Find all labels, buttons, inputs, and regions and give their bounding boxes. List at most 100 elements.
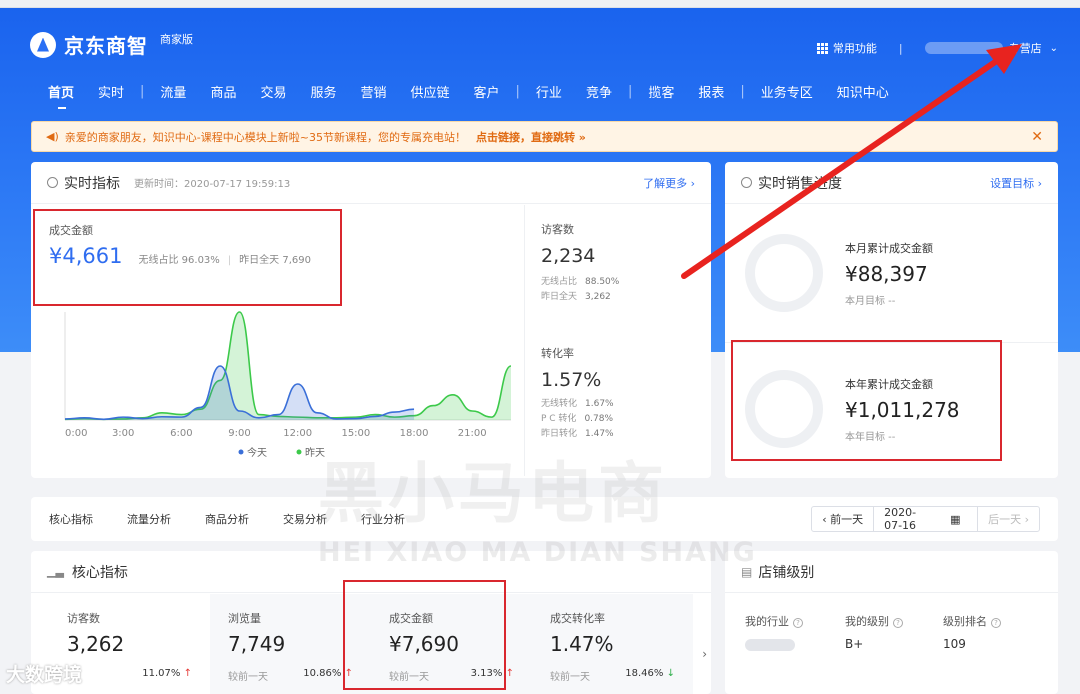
- visitors-value: 2,234: [541, 245, 596, 267]
- nav-item-competition[interactable]: 竞争: [574, 82, 624, 101]
- kpi-change-value: 18.46%: [625, 668, 664, 679]
- chevron-down-icon[interactable]: ⌄: [1050, 43, 1058, 54]
- nav-item-knowledge[interactable]: 知识中心: [825, 82, 901, 101]
- nav-item-business-zone[interactable]: 业务专区: [749, 82, 825, 101]
- nav-item-realtime[interactable]: 实时: [86, 82, 136, 101]
- month-target: 本月目标 --: [845, 296, 896, 307]
- nav-item-acquire[interactable]: 揽客: [636, 82, 686, 101]
- analysis-tabs: 核心指标 流量分析 商品分析 交易分析 行业分析 ‹ 前一天 2020-07-1…: [31, 497, 1058, 541]
- jd-logo-icon: [30, 31, 56, 58]
- card-title: 实时指标: [64, 175, 120, 192]
- logo-text: 京东商智: [64, 34, 148, 58]
- help-icon[interactable]: ?: [991, 618, 1001, 628]
- month-value: ¥88,397: [845, 262, 928, 286]
- shop-name-blurred: [924, 42, 1003, 54]
- card-header: 实时销售进度 设置目标 ›: [725, 162, 1058, 204]
- x-tick-label: 9:00: [228, 428, 250, 439]
- logo[interactable]: 京东商智: [30, 30, 148, 59]
- pc-conversion-label: P C 转化: [541, 414, 577, 424]
- conversion-label: 转化率: [541, 347, 574, 360]
- calendar-icon[interactable]: ▦: [950, 513, 960, 526]
- kpi-label: 浏览量: [228, 612, 261, 625]
- level-rank: 级别排名? 109: [943, 613, 1001, 651]
- common-functions-button[interactable]: 常用功能: [833, 40, 877, 56]
- month-label: 本月累计成交金额: [845, 242, 933, 255]
- kpi-change-value: 11.07%: [142, 668, 181, 679]
- nav-item-goods[interactable]: 商品: [198, 82, 248, 101]
- bar-chart-icon: ▁▃: [47, 565, 64, 578]
- arrow-down-icon: ↓: [666, 668, 675, 679]
- chevron-right-icon[interactable]: ›: [702, 647, 707, 661]
- my-industry: 我的行业?: [745, 613, 803, 651]
- notice-banner: ◀) 亲爱的商家朋友，知识中心-课程中心模块上新啦~35节新课程，您的专属充电站…: [31, 121, 1058, 152]
- kpi-value: 7,749: [228, 632, 286, 656]
- x-tick-label: 21:00: [458, 428, 487, 439]
- divider: |: [898, 41, 903, 55]
- nav-item-reports[interactable]: 报表: [686, 82, 736, 101]
- nav-item-supply-chain[interactable]: 供应链: [399, 82, 462, 101]
- level-label: 我的级别: [845, 615, 889, 628]
- nav-item-industry[interactable]: 行业: [524, 82, 574, 101]
- kpi-label: 访客数: [67, 612, 100, 625]
- close-icon[interactable]: ✕: [1031, 129, 1043, 145]
- speaker-icon: ◀): [46, 130, 59, 143]
- kpi-change: 11.07% ↑: [142, 668, 192, 679]
- kpi-value: 1.47%: [550, 632, 614, 656]
- nav-item-home[interactable]: 首页: [36, 82, 86, 109]
- conversion-value: 1.57%: [541, 369, 602, 391]
- tab-trade[interactable]: 交易分析: [283, 511, 327, 527]
- nav-item-marketing[interactable]: 营销: [348, 82, 398, 101]
- arrow-up-icon: ↑: [183, 668, 192, 679]
- industry-label: 我的行业: [745, 615, 789, 628]
- kpi-value: 3,262: [67, 632, 125, 656]
- nav-item-traffic[interactable]: 流量: [148, 82, 198, 101]
- prev-day-button[interactable]: ‹ 前一天: [812, 507, 875, 531]
- update-time: 更新时间：2020-07-17 19:59:13: [134, 179, 291, 190]
- kpi-change-value: 10.86%: [303, 668, 342, 679]
- tab-industry[interactable]: 行业分析: [361, 511, 405, 527]
- annotation-box-core-gmv: [343, 580, 506, 690]
- legend-marker: [238, 449, 244, 455]
- card-title: 店铺级别: [758, 564, 815, 581]
- set-target-link[interactable]: 设置目标 ›: [990, 175, 1042, 191]
- nav-item-service[interactable]: 服务: [298, 82, 348, 101]
- my-level: 我的级别? B+: [845, 613, 903, 651]
- next-day-button[interactable]: 后一天 ›: [978, 507, 1039, 531]
- date-input[interactable]: 2020-07-16 ▦: [874, 506, 979, 532]
- card-title: 核心指标: [71, 564, 128, 581]
- shop-icon: ▤: [741, 564, 753, 579]
- month-progress: 本月累计成交金额 ¥88,397 本月目标 --: [845, 240, 933, 307]
- yesterday-conversion-value: 1.47%: [585, 429, 614, 439]
- tab-goods[interactable]: 商品分析: [205, 511, 249, 527]
- help-icon[interactable]: ?: [793, 618, 803, 628]
- legend-label: 昨天: [305, 447, 325, 459]
- legend-label: 今天: [247, 446, 267, 459]
- wireless-conversion-label: 无线转化: [541, 399, 578, 409]
- yesterday-conversion-label: 昨日转化: [541, 429, 578, 439]
- pc-conversion-value: 0.78%: [584, 414, 614, 424]
- annotation-box-year-gmv: [731, 340, 1002, 461]
- notice-link[interactable]: 点击链接，直接跳转 »: [476, 129, 586, 145]
- nav-divider: |: [140, 84, 145, 99]
- target-icon: [741, 177, 752, 188]
- kpi-conversion[interactable]: 成交转化率 1.47% 较前一天 18.46% ↓: [532, 594, 693, 694]
- month-progress-ring: [745, 234, 823, 312]
- browser-bookmarks-bar: [0, 0, 1080, 8]
- x-tick-label: 6:00: [170, 428, 192, 439]
- kpi-compare: 较前一天 10.86% ↑: [228, 668, 353, 683]
- kpi-compare-label: 较前一天: [550, 672, 590, 683]
- notice-text: 亲爱的商家朋友，知识中心-课程中心模块上新啦~35节新课程，您的专属充电站！: [64, 130, 466, 144]
- arrow-up-icon: ↑: [505, 668, 514, 679]
- nav-item-trade[interactable]: 交易: [248, 82, 298, 101]
- tab-core[interactable]: 核心指标: [49, 511, 93, 527]
- learn-more-link[interactable]: 了解更多 ›: [643, 175, 695, 191]
- tab-traffic[interactable]: 流量分析: [127, 511, 171, 527]
- rank-label: 级别排名: [943, 615, 987, 628]
- nav-item-customer[interactable]: 客户: [462, 82, 512, 101]
- help-icon[interactable]: ?: [893, 618, 903, 628]
- store-type-label[interactable]: 专营店: [1009, 40, 1042, 56]
- nav-divider: |: [627, 84, 633, 99]
- card-header: ▤ 店铺级别: [725, 551, 1058, 593]
- edition-label: 商家版: [160, 33, 193, 46]
- grid-icon: [816, 42, 828, 54]
